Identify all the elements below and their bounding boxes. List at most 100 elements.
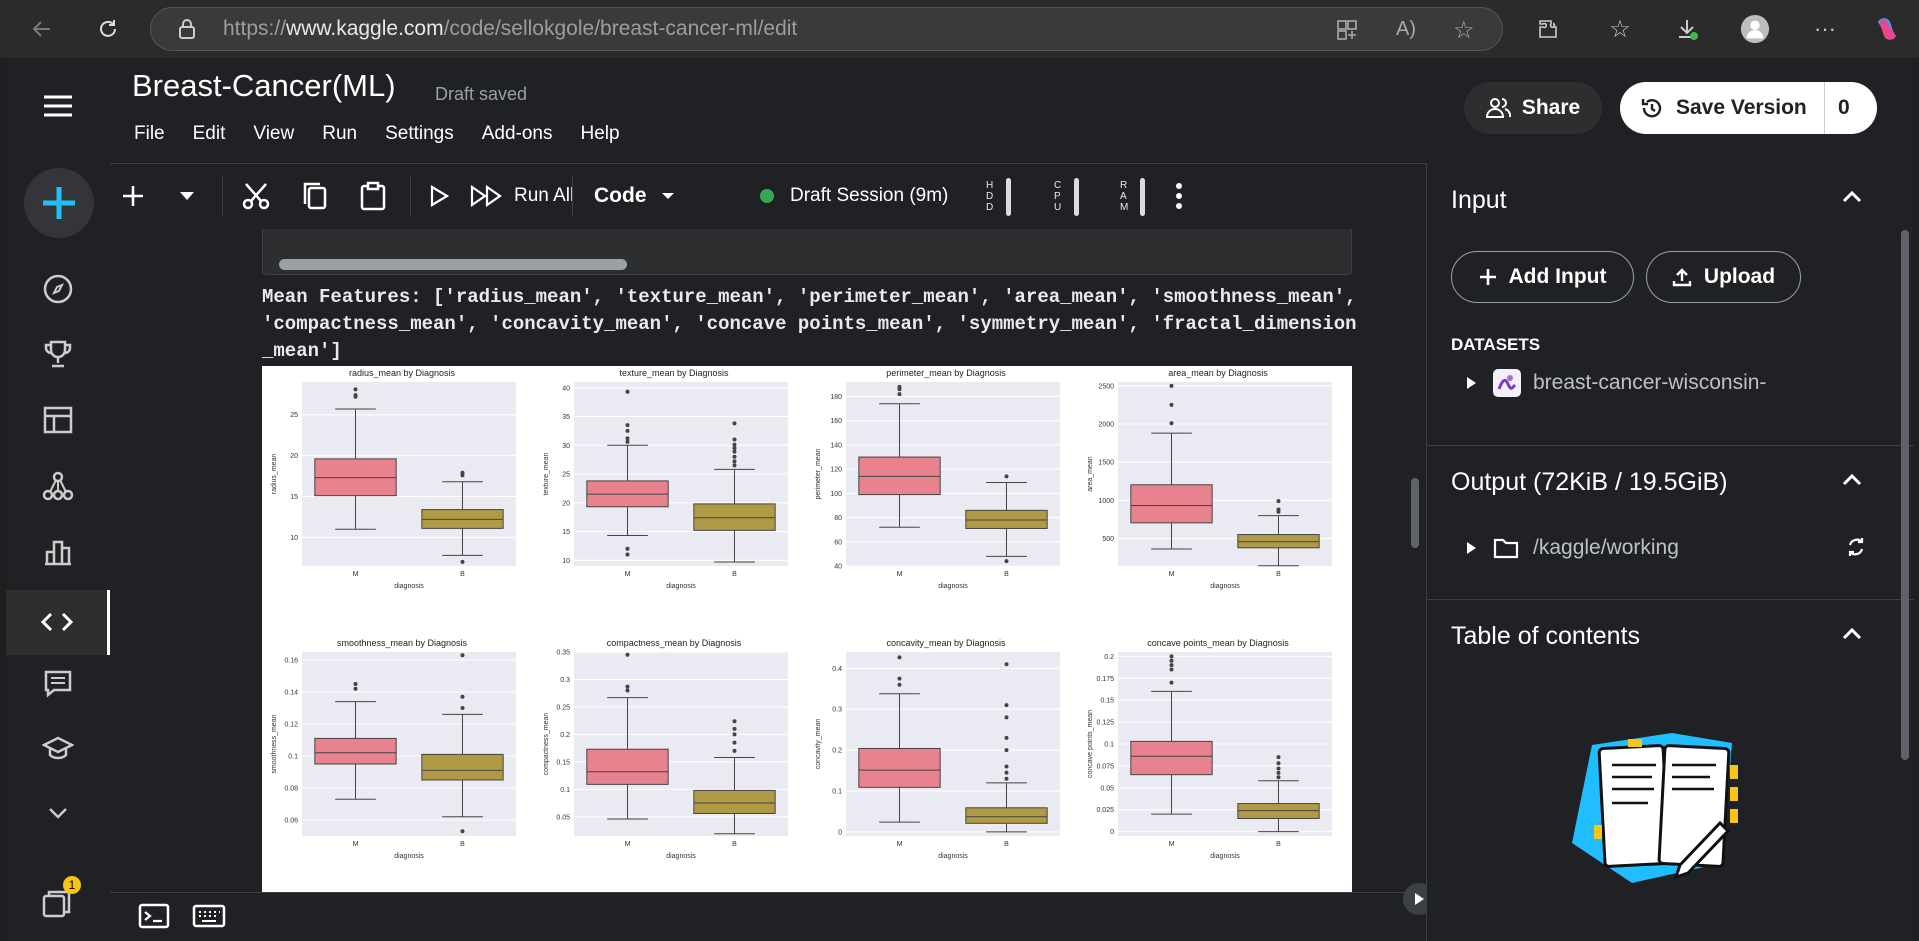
read-aloud-icon[interactable]: A) — [1396, 18, 1416, 41]
y-tick-label: 10 — [562, 558, 570, 565]
y-tick-label: 10 — [290, 535, 298, 542]
outlier-point — [625, 652, 630, 657]
favorites-icon[interactable]: ☆ — [1605, 14, 1635, 44]
y-tick-label: 0.12 — [284, 722, 298, 729]
outlier-point — [625, 684, 630, 689]
y-tick-label: 15 — [562, 529, 570, 536]
menu-view[interactable]: View — [253, 123, 294, 145]
save-version-button[interactable]: Save Version 0 — [1620, 82, 1877, 134]
lock-icon[interactable] — [177, 18, 197, 45]
collapse-chevron-up-icon[interactable] — [1842, 472, 1862, 491]
y-axis-label: texture_mean — [543, 452, 550, 495]
paste-clipboard-icon[interactable] — [356, 174, 390, 218]
profile-avatar-icon[interactable] — [1740, 14, 1770, 44]
app-grid-icon[interactable] — [1336, 19, 1358, 46]
cell-type-select[interactable]: Code — [594, 174, 686, 218]
y-tick-label: 0.05 — [556, 814, 570, 821]
outlier-point — [732, 421, 737, 426]
outlier-point — [1169, 421, 1174, 426]
y-tick-label: 0.14 — [284, 690, 298, 697]
add-cell-icon[interactable] — [118, 174, 148, 218]
menu-settings[interactable]: Settings — [385, 123, 454, 145]
nav-code-active[interactable] — [6, 590, 110, 655]
add-cell-dropdown-icon[interactable] — [172, 174, 202, 218]
code-cell-editor[interactable] — [262, 229, 1352, 275]
upload-button[interactable]: Upload — [1646, 251, 1801, 303]
fast-forward-icon — [470, 185, 502, 207]
menu-bar: File Edit View Run Settings Add-ons Help — [134, 123, 648, 145]
more-vertical-icon[interactable] — [1164, 174, 1194, 218]
run-cell-play-icon[interactable] — [424, 174, 454, 218]
notebook-title[interactable]: Breast-Cancer(ML) — [132, 68, 396, 104]
datasets-table-icon[interactable] — [40, 402, 76, 438]
chevron-down-icon[interactable] — [40, 795, 76, 831]
outlier-point — [732, 454, 737, 459]
address-bar[interactable]: https://www.kaggle.com/code/sellokgole/b… — [150, 7, 1503, 51]
refresh-icon[interactable] — [1845, 536, 1867, 563]
ram-meter — [1140, 178, 1145, 216]
collapse-chevron-up-icon[interactable] — [1842, 189, 1862, 208]
outlier-point — [1169, 680, 1174, 685]
more-options-icon[interactable]: ··· — [1810, 14, 1840, 44]
divider — [410, 176, 411, 216]
horizontal-scrollbar[interactable] — [279, 259, 627, 270]
models-icon[interactable] — [40, 468, 76, 504]
notebook-vertical-scrollbar[interactable] — [1411, 478, 1419, 548]
menu-help[interactable]: Help — [581, 123, 620, 145]
output-folder-item[interactable]: /kaggle/working — [1451, 528, 1891, 568]
outlier-point — [1004, 748, 1009, 753]
hamburger-menu-icon[interactable] — [40, 88, 76, 124]
save-version-count[interactable]: 0 — [1838, 96, 1850, 120]
browser-toolbar: https://www.kaggle.com/code/sellokgole/b… — [0, 0, 1919, 58]
y-tick-label: 0.175 — [1096, 676, 1114, 683]
y-tick-label: 100 — [830, 491, 842, 498]
console-terminal-icon[interactable] — [138, 903, 170, 934]
reload-icon[interactable] — [93, 14, 123, 44]
dataset-item[interactable]: breast-cancer-wisconsin- — [1451, 363, 1891, 403]
y-tick-label: 2500 — [1098, 383, 1114, 390]
add-input-button[interactable]: Add Input — [1451, 251, 1634, 303]
copy-icon[interactable] — [298, 174, 332, 218]
learn-graduation-cap-icon[interactable] — [40, 731, 76, 767]
x-tick-label: B — [732, 841, 737, 848]
menu-file[interactable]: File — [134, 123, 165, 145]
favorite-star-icon[interactable]: ☆ — [1453, 16, 1475, 45]
keyboard-shortcuts-icon[interactable] — [192, 903, 226, 934]
y-tick-label: 1500 — [1098, 460, 1114, 467]
box — [1237, 534, 1320, 549]
save-version-label: Save Version — [1676, 96, 1807, 119]
url-text[interactable]: https://www.kaggle.com/code/sellokgole/b… — [223, 17, 797, 41]
x-tick-label: B — [1004, 571, 1009, 578]
trophy-icon[interactable] — [40, 336, 76, 372]
create-new-button[interactable] — [24, 168, 94, 238]
y-axis-label: concave points_mean — [1087, 710, 1094, 778]
compass-icon[interactable] — [40, 271, 76, 307]
plot-title: texture_mean by Diagnosis — [619, 368, 729, 378]
notebook-toolbar: Run All Code Draft Session (9m) HDD CPU … — [110, 163, 1426, 229]
menu-run[interactable]: Run — [322, 123, 357, 145]
benchmarks-bar-icon[interactable] — [40, 534, 76, 570]
outlier-point — [897, 682, 902, 687]
extensions-icon[interactable] — [1533, 14, 1563, 44]
panel-scrollbar[interactable] — [1901, 230, 1909, 760]
box — [1130, 740, 1213, 776]
cut-scissors-icon[interactable] — [238, 174, 274, 218]
discussions-icon[interactable] — [40, 666, 76, 702]
caret-down-icon — [661, 193, 674, 199]
menu-edit[interactable]: Edit — [193, 123, 226, 145]
y-tick-label: 0.16 — [284, 658, 298, 665]
back-arrow-icon[interactable] — [27, 14, 57, 44]
menu-add-ons[interactable]: Add-ons — [482, 123, 553, 145]
copilot-icon[interactable] — [1872, 14, 1902, 44]
downloads-icon[interactable] — [1672, 14, 1702, 44]
outlier-point — [625, 436, 630, 441]
plot-title: perimeter_mean by Diagnosis — [886, 368, 1006, 378]
x-axis-label: diagnosis — [666, 583, 696, 590]
outlier-point — [1276, 755, 1281, 760]
y-tick-label: 0.025 — [1096, 807, 1114, 814]
box — [965, 807, 1048, 824]
upload-icon — [1672, 268, 1692, 287]
draft-session-status[interactable]: Draft Session (9m) — [760, 174, 960, 218]
collapse-chevron-up-icon[interactable] — [1842, 626, 1862, 645]
share-button[interactable]: Share — [1464, 82, 1602, 134]
